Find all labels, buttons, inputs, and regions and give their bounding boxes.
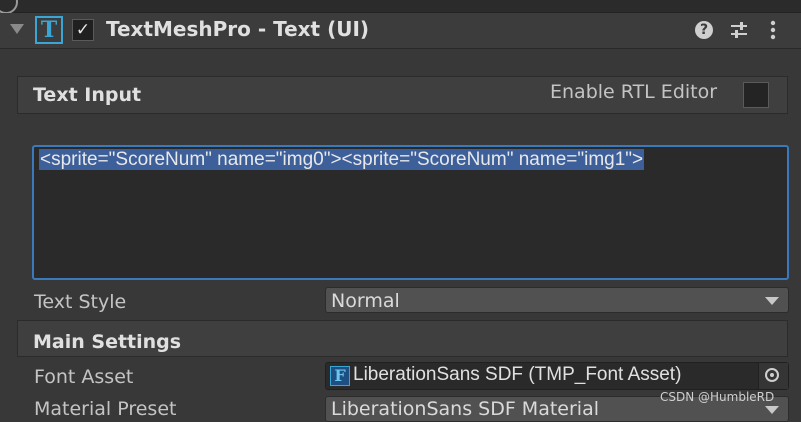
help-icon[interactable]: ?: [695, 21, 713, 39]
rtl-editor-label: Enable RTL Editor: [550, 81, 718, 103]
component-enabled-checkbox[interactable]: ✓: [72, 19, 94, 41]
text-input-title: Text Input: [33, 84, 142, 106]
text-style-value: Normal: [331, 290, 400, 312]
text-input-value[interactable]: <sprite="ScoreNum" name="img0"><sprite="…: [39, 149, 645, 171]
font-asset-icon: F: [330, 366, 350, 386]
watermark: CSDN @HumbleRD: [660, 390, 775, 404]
text-selection: <sprite="ScoreNum" name="img0"><sprite="…: [39, 149, 645, 170]
chevron-down-icon: [765, 297, 779, 305]
main-settings-title: Main Settings: [33, 331, 182, 353]
object-picker-dot: [770, 373, 774, 377]
component-title: TextMeshPro - Text (UI): [106, 17, 370, 41]
material-preset-label: Material Preset: [34, 398, 177, 420]
textmeshpro-icon: T: [35, 16, 63, 44]
font-asset-value: LiberationSans SDF (TMP_Font Asset): [353, 364, 682, 385]
font-asset-label: Font Asset: [34, 366, 134, 388]
text-style-label: Text Style: [34, 291, 127, 313]
material-preset-value: LiberationSans SDF Material: [331, 398, 599, 420]
top-strip: [0, 0, 801, 13]
more-options-icon[interactable]: [768, 19, 778, 41]
chevron-down-icon: [765, 406, 779, 414]
rtl-editor-checkbox[interactable]: [743, 82, 769, 108]
foldout-arrow-icon[interactable]: [10, 24, 24, 34]
presets-icon[interactable]: [729, 19, 749, 41]
